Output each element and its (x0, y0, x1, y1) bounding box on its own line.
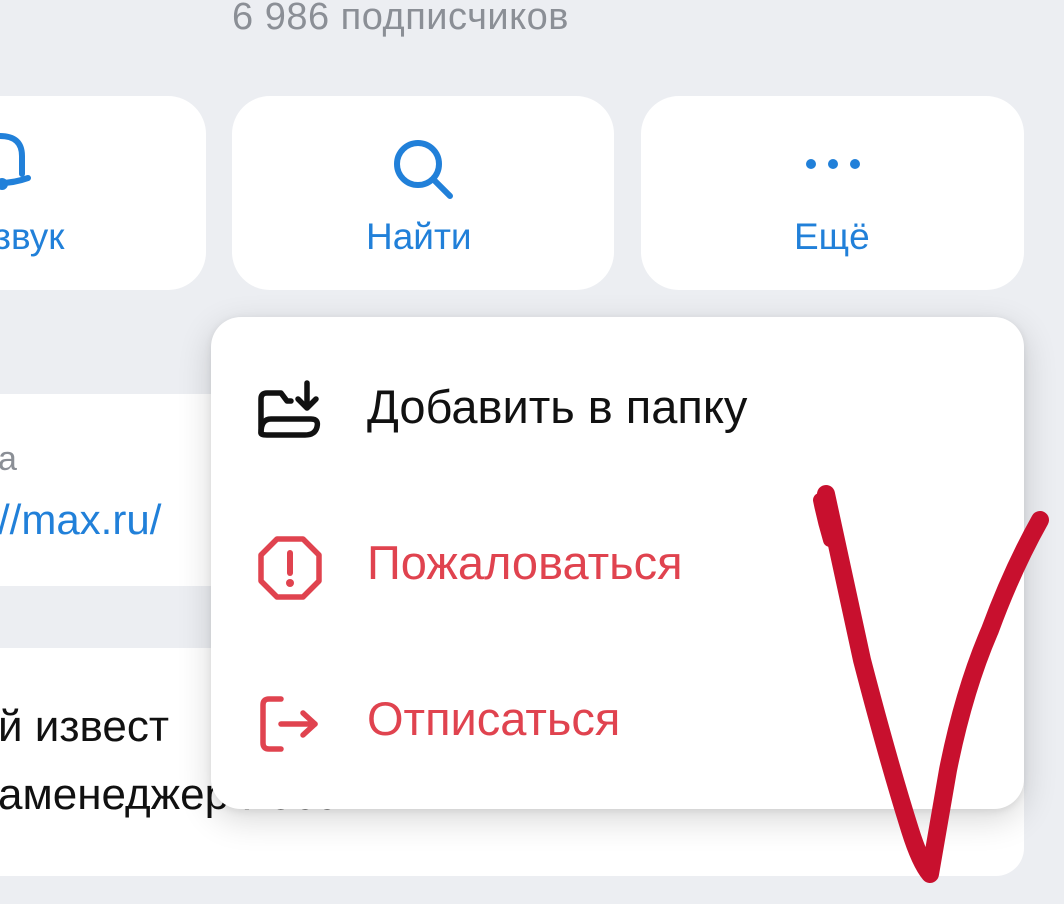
find-label: Найти (366, 216, 472, 257)
menu-item-label: Отписаться (367, 692, 621, 745)
sound-label: звук (0, 216, 65, 257)
warning-octagon-icon (258, 536, 322, 600)
description-line: й извест (0, 702, 170, 751)
menu-item-add-to-folder[interactable]: Добавить в папку (211, 347, 1024, 467)
menu-item-label: Добавить в папку (367, 380, 748, 433)
menu-item-report[interactable]: Пожаловаться (211, 503, 1024, 623)
sound-button[interactable] (0, 96, 206, 290)
more-button[interactable] (641, 96, 1024, 290)
context-menu: Добавить в папку Пожаловаться Отписаться (211, 317, 1024, 809)
search-icon (394, 140, 453, 199)
menu-item-label: Пожаловаться (367, 536, 683, 589)
link-caption: а (0, 440, 17, 478)
subscriber-count: 6 986 подписчиков (232, 0, 569, 38)
menu-item-unsubscribe[interactable]: Отписаться (211, 659, 1024, 779)
folder-download-icon (258, 380, 321, 438)
more-dots-icon (806, 159, 860, 169)
channel-link[interactable]: //max.ru/ (0, 496, 161, 544)
find-button[interactable] (232, 96, 614, 290)
bell-icon (0, 132, 31, 190)
more-label: Ещё (794, 216, 870, 257)
exit-icon (260, 696, 318, 752)
